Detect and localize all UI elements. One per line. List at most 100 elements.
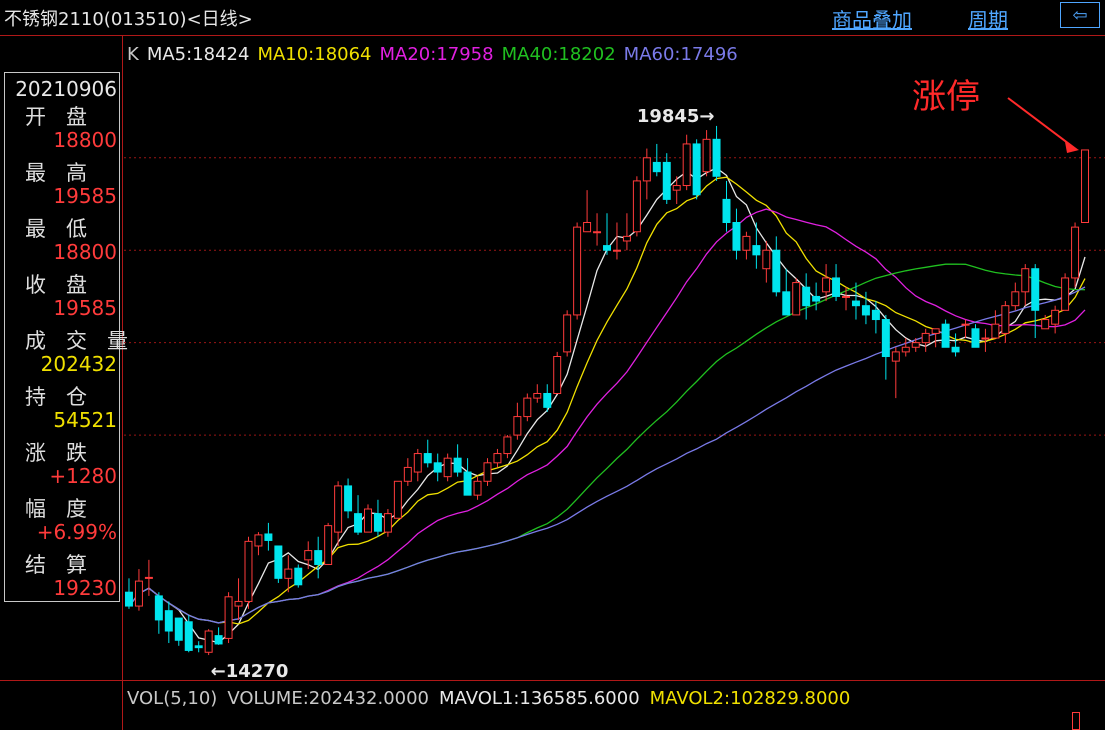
candle-body	[612, 249, 621, 252]
candle-body	[1081, 149, 1090, 224]
candle	[662, 153, 671, 205]
candle-body	[493, 453, 502, 464]
candle-body	[583, 222, 592, 233]
candle	[802, 273, 811, 320]
candle-body	[881, 319, 890, 358]
candle-body	[742, 235, 751, 251]
candle-body	[1011, 291, 1020, 307]
candle	[433, 453, 442, 482]
candle-body	[314, 550, 323, 565]
candle-body	[334, 485, 343, 533]
candle	[543, 384, 552, 412]
candle	[274, 545, 283, 583]
candle-body	[373, 513, 382, 532]
candle-body	[772, 249, 781, 293]
candle-body	[652, 161, 661, 173]
candle-body	[383, 513, 392, 533]
candle	[961, 319, 970, 339]
candle	[672, 176, 681, 205]
candle-body	[553, 356, 562, 394]
candle	[224, 592, 233, 644]
candle	[792, 277, 801, 316]
candle-body	[1071, 226, 1080, 279]
candle	[314, 536, 323, 579]
candle-body	[463, 471, 472, 496]
candle-body	[593, 231, 602, 234]
candle-body	[134, 580, 143, 607]
candle-body	[204, 630, 213, 653]
candle	[842, 287, 850, 311]
candle-body	[971, 328, 980, 348]
candle	[642, 148, 651, 200]
candle	[364, 504, 372, 533]
candle-body	[304, 550, 313, 561]
candle-body	[513, 416, 522, 436]
volume-legend: VOL(5,10) VOLUME:202432.0000 MAVOL1:136585…	[127, 688, 860, 709]
candlestick-chart: 19845→ ←14270 涨停	[124, 77, 1105, 682]
candle-body	[164, 610, 173, 632]
candle-body	[543, 392, 552, 408]
candle-body	[214, 635, 223, 645]
candle-body	[603, 245, 611, 251]
candle-body	[413, 453, 422, 473]
candle	[603, 213, 611, 255]
candle-body	[573, 226, 582, 316]
candle	[1051, 305, 1060, 334]
candle-body	[832, 277, 841, 297]
candle-body	[294, 567, 303, 586]
candle-body	[1021, 268, 1030, 293]
candle-body	[433, 462, 442, 473]
candle	[344, 478, 353, 519]
candle-body	[702, 138, 711, 173]
candle-body	[861, 305, 870, 316]
candle	[1031, 264, 1040, 339]
vol-legend-mavol2: MAVOL2:102829.8000	[649, 688, 851, 709]
candle	[264, 522, 273, 551]
candle	[154, 592, 163, 634]
candle-body	[871, 309, 880, 321]
candle-body	[284, 568, 293, 579]
candle-body	[632, 180, 641, 233]
candle-body	[503, 436, 512, 455]
candle-body	[921, 332, 930, 344]
candle-body	[254, 534, 263, 547]
candle	[782, 268, 791, 316]
candle-body	[244, 540, 253, 602]
candle-body	[324, 525, 333, 565]
candle-body	[981, 337, 990, 340]
candle	[503, 435, 512, 459]
candle	[304, 541, 313, 570]
candle-body	[941, 323, 950, 348]
candle-body	[264, 533, 273, 541]
candle	[881, 314, 890, 380]
ma40-line	[128, 263, 1086, 624]
candle	[1011, 282, 1020, 311]
low-annotation: ←14270	[211, 661, 289, 682]
candle	[772, 236, 781, 297]
candle-body	[782, 291, 791, 316]
candle-body	[154, 595, 163, 621]
candle	[951, 333, 960, 357]
candle-body	[174, 617, 183, 641]
candle-body	[443, 457, 452, 478]
candle	[204, 629, 213, 656]
limit-up-arrow-line	[1007, 97, 1078, 151]
candle-body	[224, 596, 233, 639]
candle	[732, 208, 741, 260]
candle	[1021, 264, 1030, 306]
candle-body	[752, 245, 761, 256]
candle-body	[961, 323, 970, 326]
candle-body	[792, 282, 801, 316]
candle	[523, 393, 532, 422]
candle-body	[762, 249, 771, 270]
candle-body	[194, 645, 203, 649]
candle	[682, 134, 691, 191]
candle-body	[483, 462, 492, 482]
candle-body	[423, 453, 432, 464]
candle-body	[911, 342, 920, 348]
candle-body	[533, 392, 542, 399]
candle-body	[234, 600, 243, 607]
candle-body	[364, 508, 372, 533]
candle	[991, 310, 1000, 339]
candle	[244, 536, 253, 609]
